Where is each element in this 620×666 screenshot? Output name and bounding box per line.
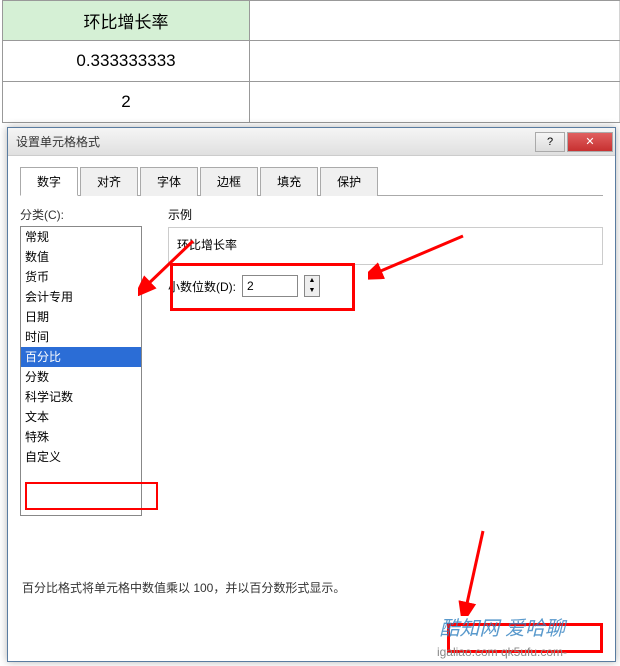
format-description: 百分比格式将单元格中数值乘以 100，并以百分数形式显示。	[22, 579, 345, 596]
sheet-row-1: 0.333333333	[2, 41, 620, 82]
empty-cell[interactable]	[250, 41, 620, 81]
format-cells-dialog: 设置单元格格式 ? ✕ 数字 对齐 字体 边框 填充 保护 分类(C): 常规 …	[7, 127, 616, 662]
spinner-down-icon[interactable]: ▼	[305, 286, 319, 296]
close-button[interactable]: ✕	[567, 132, 613, 152]
category-item-selected[interactable]: 百分比	[21, 347, 141, 367]
dialog-titlebar: 设置单元格格式 ? ✕	[8, 128, 615, 156]
tab-strip: 数字 对齐 字体 边框 填充 保护	[20, 166, 603, 196]
content-area: 分类(C): 常规 数值 货币 会计专用 日期 时间 百分比 分数 科学记数 文…	[20, 206, 603, 516]
category-item[interactable]: 日期	[21, 307, 141, 327]
tab-protection[interactable]: 保护	[320, 167, 378, 196]
decimal-label: 小数位数(D):	[168, 278, 236, 295]
spreadsheet-area: 环比增长率 0.333333333 2	[2, 0, 620, 123]
category-item[interactable]: 分数	[21, 367, 141, 387]
decimal-places-row: 小数位数(D): ▲ ▼	[168, 275, 603, 297]
category-item[interactable]: 货币	[21, 267, 141, 287]
tab-alignment[interactable]: 对齐	[80, 167, 138, 196]
tab-number[interactable]: 数字	[20, 167, 78, 196]
category-item[interactable]: 常规	[21, 227, 141, 247]
sheet-row-2: 2	[2, 82, 620, 123]
spinner-up-icon[interactable]: ▲	[305, 276, 319, 286]
category-column: 分类(C): 常规 数值 货币 会计专用 日期 时间 百分比 分数 科学记数 文…	[20, 206, 150, 516]
watermark-url: igaliao.com qk5ufu.com-	[437, 645, 567, 659]
header-cell[interactable]: 环比增长率	[2, 1, 250, 40]
arrow-annotation-icon	[438, 526, 498, 616]
dialog-body: 数字 对齐 字体 边框 填充 保护 分类(C): 常规 数值 货币 会计专用 日…	[8, 156, 615, 661]
sample-label: 示例	[168, 206, 603, 223]
category-item[interactable]: 自定义	[21, 447, 141, 467]
data-cell-2[interactable]: 2	[2, 82, 250, 122]
data-cell-1[interactable]: 0.333333333	[2, 41, 250, 81]
help-button[interactable]: ?	[535, 132, 565, 152]
sample-box: 环比增长率	[168, 227, 603, 265]
titlebar-buttons: ? ✕	[535, 132, 615, 152]
decimal-spinner: ▲ ▼	[304, 275, 320, 297]
dialog-title: 设置单元格格式	[16, 133, 100, 150]
decimal-places-input[interactable]	[242, 275, 298, 297]
tab-border[interactable]: 边框	[200, 167, 258, 196]
sheet-header-row: 环比增长率	[2, 0, 620, 41]
category-item[interactable]: 特殊	[21, 427, 141, 447]
category-item[interactable]: 会计专用	[21, 287, 141, 307]
category-item[interactable]: 数值	[21, 247, 141, 267]
watermark-logo: 酷知网 爱哈聊	[439, 612, 565, 641]
category-item[interactable]: 文本	[21, 407, 141, 427]
tab-fill[interactable]: 填充	[260, 167, 318, 196]
category-item[interactable]: 时间	[21, 327, 141, 347]
category-item[interactable]: 科学记数	[21, 387, 141, 407]
category-listbox[interactable]: 常规 数值 货币 会计专用 日期 时间 百分比 分数 科学记数 文本 特殊 自定…	[20, 226, 142, 516]
empty-cell[interactable]	[250, 82, 620, 122]
tab-font[interactable]: 字体	[140, 167, 198, 196]
right-panel: 示例 环比增长率 小数位数(D): ▲ ▼	[168, 206, 603, 516]
empty-cell[interactable]	[250, 1, 620, 40]
category-label: 分类(C):	[20, 206, 150, 223]
